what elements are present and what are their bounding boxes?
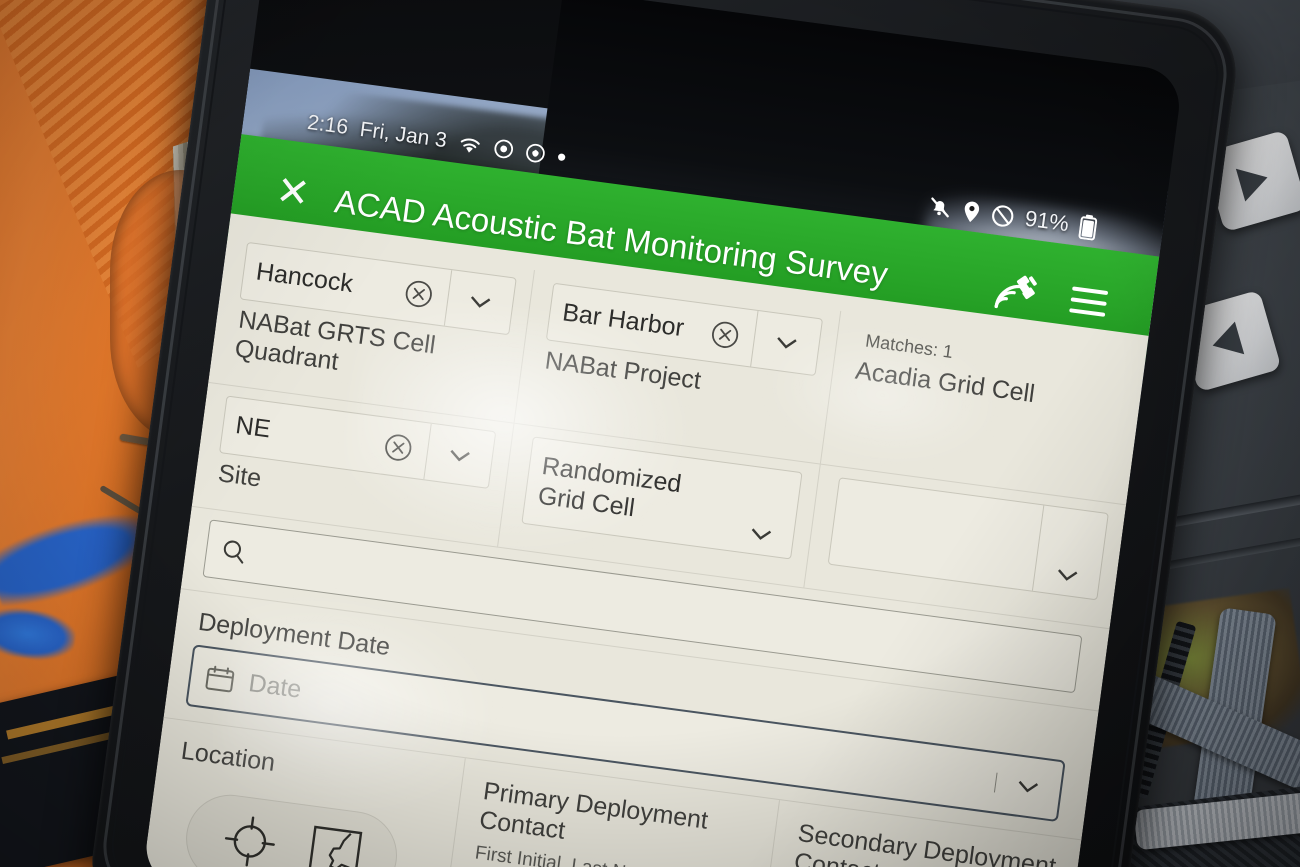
circle-x-icon[interactable] — [386, 262, 451, 325]
photo-scene: 2:16 Fri, Jan 3 91% ✕ ACAD Acoustic Bat … — [0, 0, 1300, 867]
nabat-project-value[interactable]: Randomized Grid Cell — [523, 437, 739, 549]
chevron-down-icon[interactable] — [1032, 504, 1108, 599]
chevron-down-icon[interactable] — [750, 310, 822, 376]
chevron-down-icon[interactable] — [727, 464, 802, 558]
chevron-down-icon[interactable] — [993, 772, 1061, 802]
status-time: 2:16 — [306, 110, 350, 140]
nfc-icon — [493, 138, 515, 160]
circle-x-icon[interactable] — [366, 416, 431, 479]
rugged-tablet: 2:16 Fri, Jan 3 91% ✕ ACAD Acoustic Bat … — [86, 0, 1244, 867]
map-polygon-icon[interactable] — [305, 822, 366, 867]
acadia-grid-cell-value[interactable] — [829, 478, 1044, 590]
location-pin-icon — [961, 199, 982, 224]
dnd-circle-icon — [525, 142, 547, 164]
town-value[interactable]: Bar Harbor — [547, 284, 700, 359]
search-icon — [217, 535, 251, 569]
status-date: Fri, Jan 3 — [358, 117, 449, 153]
do-not-disturb-icon — [990, 203, 1016, 229]
battery-percent: 91% — [1023, 205, 1071, 237]
location-capture-buttons[interactable] — [180, 789, 403, 867]
tablet-screen: 2:16 Fri, Jan 3 91% ✕ ACAD Acoustic Bat … — [141, 0, 1184, 867]
circle-x-icon[interactable] — [693, 303, 758, 366]
battery-icon — [1078, 213, 1098, 241]
crosshair-target-icon[interactable] — [217, 809, 282, 867]
hamburger-menu-icon[interactable] — [1069, 286, 1109, 317]
chevron-down-icon[interactable] — [443, 270, 516, 335]
deployment-date-placeholder: Date — [247, 668, 304, 704]
dot-icon — [557, 152, 567, 162]
close-button[interactable]: ✕ — [231, 165, 322, 222]
calendar-icon — [203, 663, 236, 695]
bell-muted-icon — [927, 195, 953, 220]
satellite-gps-icon[interactable] — [986, 263, 1044, 321]
wifi-icon — [457, 133, 483, 155]
grts-quadrant-value[interactable]: NE — [220, 396, 373, 471]
chevron-down-icon[interactable] — [423, 423, 496, 488]
county-value[interactable]: Hancock — [241, 243, 394, 318]
